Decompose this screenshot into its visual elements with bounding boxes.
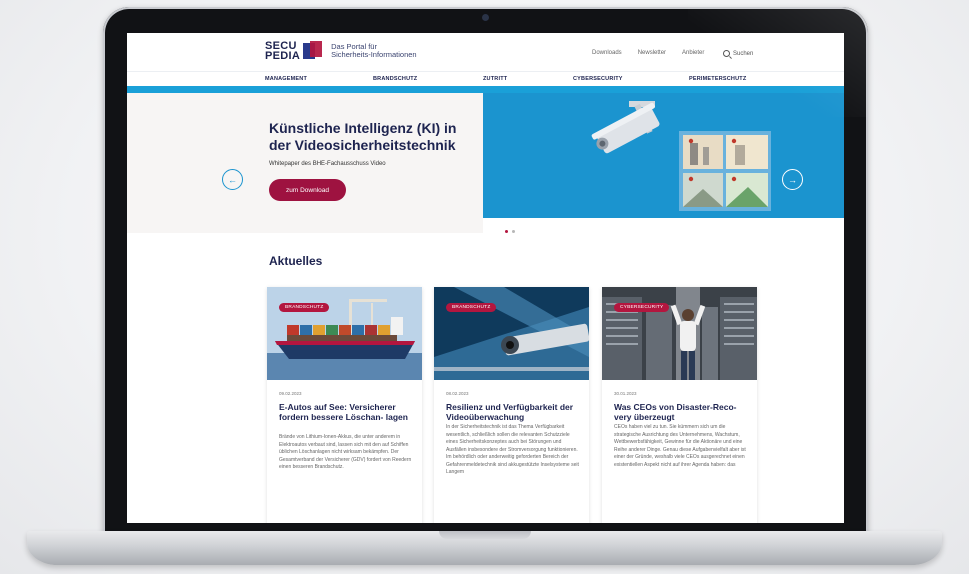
logo-tagline: Das Portal für Sicherheits-Informationen — [331, 43, 416, 59]
tagline-line-2: Sicherheits-Informationen — [331, 50, 417, 59]
nav-accent-bar — [127, 86, 844, 93]
card-1-badge[interactable]: BRANDSCHUTZ — [279, 303, 330, 312]
nav-item-management[interactable]: MANAGEMENT — [265, 76, 307, 82]
news-card-1[interactable]: BRANDSCHUTZ 09.02.2023 E-Autos auf See: … — [267, 287, 422, 523]
nav-item-cybersecurity[interactable]: CYBERSECURITY — [573, 76, 623, 82]
logo-wordmark: SECU PEDIA — [265, 41, 301, 62]
card-3-badge[interactable]: CYBERSECURITY — [614, 303, 670, 312]
card-3-title[interactable]: Was CEOs von Disaster-Reco- very überzeu… — [614, 402, 749, 422]
hero-image — [483, 93, 844, 218]
camera-icon — [482, 14, 489, 21]
card-3-body: CEOs haben viel zu tun. Sie kümmern sich… — [614, 424, 746, 468]
top-links: Downloads Newsletter Anbieter — [592, 50, 704, 56]
search-label: Suchen — [733, 50, 754, 57]
news-card-3[interactable]: CYBERSECURITY 30.01.2023 Was CEOs von Di… — [602, 287, 757, 523]
carousel-dot-2[interactable] — [512, 230, 515, 233]
card-image-camera: BRANDSCHUTZ — [434, 287, 589, 380]
logo-mark-icon — [303, 41, 325, 61]
camera-illustration — [591, 101, 771, 211]
carousel-next-button[interactable]: → — [782, 169, 803, 190]
carousel-dot-1[interactable] — [505, 230, 508, 233]
news-card-2[interactable]: BRANDSCHUTZ 08.02.2023 Resilienz und Ver… — [434, 287, 589, 523]
secupedia-logo[interactable]: SECU PEDIA Das Portal für Sicherheits-In… — [265, 41, 417, 62]
link-newsletter[interactable]: Newsletter — [638, 50, 666, 56]
card-1-date: 09.02.2023 — [279, 391, 302, 396]
carousel-prev-button[interactable]: ← — [222, 169, 243, 190]
card-1-title[interactable]: E-Autos auf See: Versicherer fordern bes… — [279, 402, 414, 422]
laptop-screen: SECU PEDIA Das Portal für Sicherheits-In… — [127, 33, 844, 523]
card-3-date: 30.01.2023 — [614, 391, 637, 396]
card-2-date: 08.02.2023 — [446, 391, 469, 396]
card-2-badge[interactable]: BRANDSCHUTZ — [446, 303, 497, 312]
carousel-dots — [505, 230, 515, 233]
section-title: Aktuelles — [269, 254, 323, 268]
nav-item-zutritt[interactable]: ZUTRITT — [483, 76, 507, 82]
search-button[interactable]: Suchen — [723, 50, 753, 57]
download-button[interactable]: zum Download — [269, 179, 346, 201]
card-1-body: Brände von Lithium-Ionen-Akkus, die unte… — [279, 434, 412, 470]
logo-line-2: PEDIA — [265, 50, 301, 62]
card-image-ship: BRANDSCHUTZ — [267, 287, 422, 380]
link-anbieter[interactable]: Anbieter — [682, 50, 704, 56]
main-nav: MANAGEMENT BRANDSCHUTZ ZUTRITT CYBERSECU… — [127, 71, 844, 86]
nav-item-brandschutz[interactable]: BRANDSCHUTZ — [373, 76, 417, 82]
laptop-base — [27, 531, 942, 565]
laptop-notch — [439, 531, 531, 539]
link-downloads[interactable]: Downloads — [592, 50, 622, 56]
arrow-left-icon: ← — [228, 174, 237, 185]
card-image-server-room: CYBERSECURITY — [602, 287, 757, 380]
arrow-right-icon: → — [788, 174, 797, 185]
hero-title: Künstliche Intelligenz (KI) in der Video… — [269, 120, 457, 153]
hero-subtitle: Whitepaper des BHE-Fachausschuss Video — [269, 161, 386, 167]
search-icon — [723, 50, 730, 57]
card-2-title[interactable]: Resilienz und Verfügbarkeit der Videoübe… — [446, 402, 581, 422]
nav-item-perimeterschutz[interactable]: PERIMETERSCHUTZ — [689, 76, 746, 82]
laptop-lid: SECU PEDIA Das Portal für Sicherheits-In… — [103, 7, 868, 547]
card-2-body: In der Sicherheitstechnik ist das Thema … — [446, 424, 579, 475]
site-header: SECU PEDIA Das Portal für Sicherheits-In… — [127, 33, 844, 71]
